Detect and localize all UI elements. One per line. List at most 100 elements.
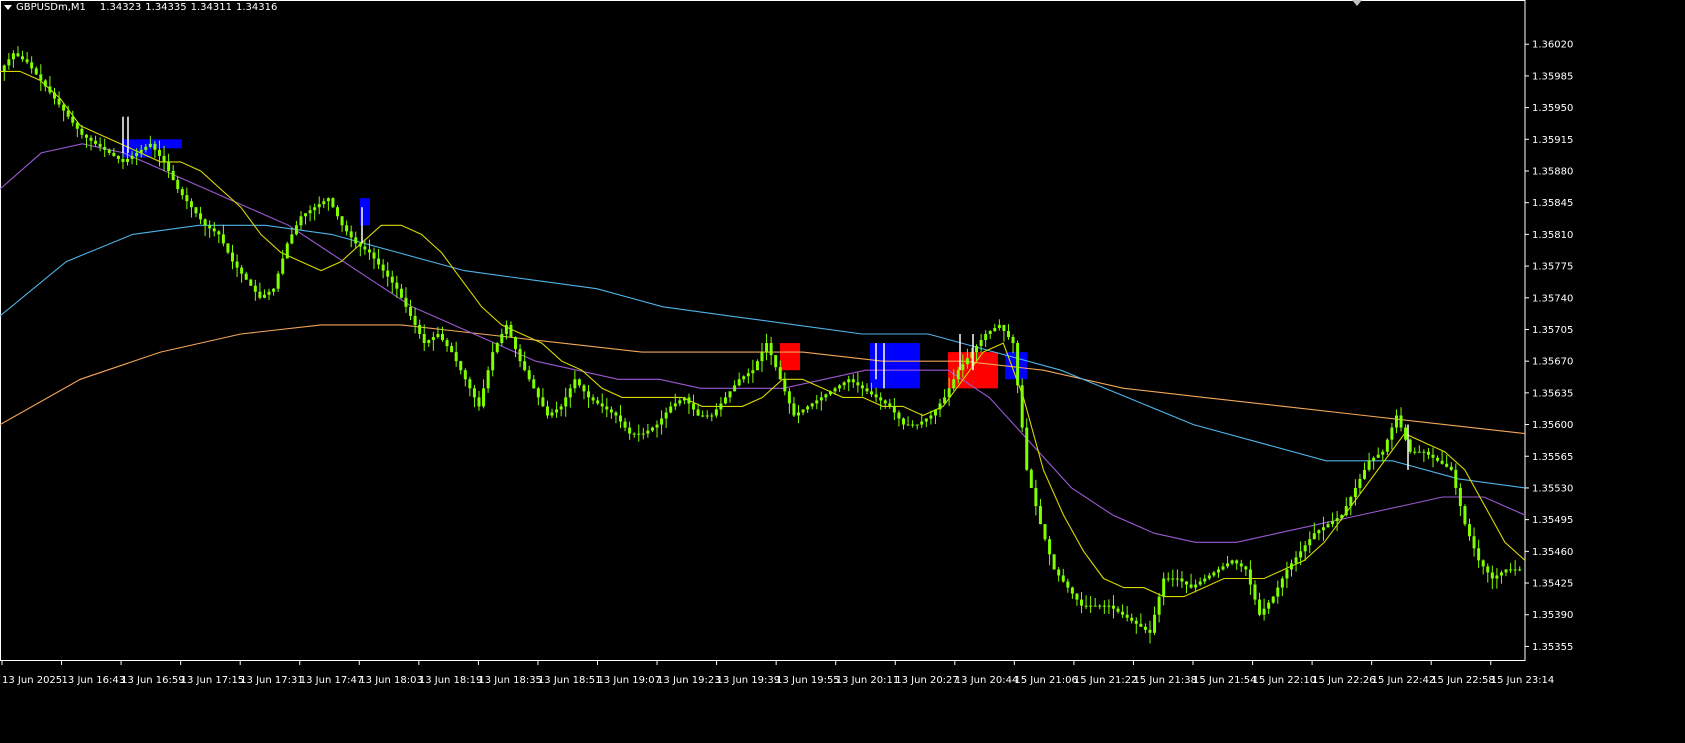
- candle-body: [961, 364, 965, 371]
- y-tick-label: 1.35390: [1532, 610, 1573, 621]
- chart-shift-marker-icon[interactable]: [1352, 0, 1362, 6]
- candle-body: [518, 349, 522, 362]
- candle-body: [486, 370, 490, 389]
- candle-body: [1207, 575, 1211, 579]
- x-tick-label: 13 Jun 17:47: [300, 675, 364, 686]
- candle-body: [860, 385, 864, 389]
- candle-body: [984, 334, 988, 341]
- candle-body: [947, 388, 951, 398]
- candle-body: [555, 409, 559, 413]
- y-tick-label: 1.35740: [1532, 293, 1573, 304]
- candle-body: [956, 370, 960, 380]
- candle-body: [1180, 578, 1184, 582]
- candle-body: [1367, 460, 1371, 470]
- candle-body: [1431, 454, 1435, 458]
- candle-body: [34, 68, 38, 75]
- y-tick-label: 1.35425: [1532, 579, 1573, 590]
- candle-body: [1449, 466, 1453, 470]
- candle-body: [482, 388, 486, 407]
- chart-area[interactable]: 1.36020 1.35985 1.35950 1.35915 1.35880 1.358…: [0, 0, 1685, 743]
- candle-body: [1075, 593, 1079, 600]
- candle-body: [1043, 524, 1047, 540]
- candle-body: [1121, 611, 1125, 615]
- candle-body: [1481, 560, 1485, 567]
- candle-body: [244, 273, 248, 280]
- candle-body: [495, 343, 499, 353]
- candle-body: [778, 367, 782, 380]
- candle-body: [459, 361, 463, 371]
- candle-body: [915, 424, 919, 426]
- candle-body: [623, 421, 627, 428]
- candle-body: [267, 291, 271, 295]
- candle-body: [696, 409, 700, 416]
- candle-body: [600, 403, 604, 407]
- candle-body: [902, 418, 906, 425]
- ohlc-low: 1.34311: [190, 2, 232, 13]
- candle-body: [965, 358, 969, 365]
- candle-body: [463, 370, 467, 380]
- candle-body: [787, 391, 791, 404]
- candle-body: [1194, 584, 1198, 588]
- candle-body: [1490, 572, 1494, 579]
- candle-body: [345, 225, 349, 232]
- candle-body: [450, 346, 454, 353]
- candle-body: [116, 155, 120, 159]
- candle-body: [349, 231, 353, 238]
- y-tick-label: 1.35495: [1532, 515, 1573, 526]
- x-tick-label: 13 Jun 18:03: [359, 675, 423, 686]
- ma-long-orange-line: [0, 324, 1526, 435]
- candle-body: [135, 152, 139, 156]
- y-tick-label: 1.35565: [1532, 452, 1573, 463]
- candle-body: [564, 397, 568, 407]
- candle-body: [1445, 463, 1449, 467]
- candle-body: [879, 397, 883, 401]
- candle-body: [892, 406, 896, 413]
- candle-body: [249, 279, 253, 286]
- x-tick-label: 15 Jun 22:26: [1312, 675, 1376, 686]
- x-tick-label: 15 Jun 22:10: [1253, 675, 1317, 686]
- candle-body: [1157, 596, 1161, 615]
- candle-body: [1303, 545, 1307, 552]
- candle-body: [43, 80, 47, 87]
- candle-body: [253, 285, 257, 292]
- candle-body: [258, 291, 262, 298]
- x-tick-label: 13 Jun 20:44: [955, 675, 1019, 686]
- candle-body: [1276, 587, 1280, 597]
- candle-body: [399, 288, 403, 298]
- candle-body: [774, 355, 778, 368]
- candle-body: [1317, 530, 1321, 534]
- y-tick-label: 1.35985: [1532, 71, 1573, 82]
- y-tick-label: 1.35880: [1532, 167, 1573, 178]
- candle-body: [48, 86, 52, 93]
- candle-body: [226, 243, 230, 253]
- candle-body: [1080, 599, 1084, 606]
- candle-body: [906, 424, 910, 426]
- candle-body: [240, 267, 244, 274]
- candle-body: [491, 352, 495, 371]
- candle-body: [527, 370, 531, 380]
- candle-body: [472, 388, 476, 398]
- candle-body: [605, 406, 609, 410]
- x-tick-label: 15 Jun 21:06: [1014, 675, 1078, 686]
- candle-body: [568, 388, 572, 398]
- x-tick-label: 15 Jun 22:42: [1372, 675, 1436, 686]
- candle-body: [1285, 569, 1289, 579]
- candle-body: [126, 158, 130, 162]
- candle-body: [1340, 515, 1344, 519]
- candle-body: [199, 213, 203, 220]
- candle-body: [559, 406, 563, 410]
- candle-body: [614, 412, 618, 416]
- x-tick-label: 13 Jun 20:27: [895, 675, 959, 686]
- candle-body: [1162, 578, 1166, 597]
- candle-body: [235, 261, 239, 268]
- candle-body: [1518, 569, 1522, 571]
- chevron-down-icon[interactable]: [4, 5, 12, 10]
- candle-body: [719, 403, 723, 410]
- candle-body: [153, 143, 157, 150]
- candle-body: [272, 288, 276, 292]
- price-chart[interactable]: 1.36020 1.35985 1.35950 1.35915 1.35880 1.358…: [0, 0, 1685, 743]
- candle-body: [1016, 343, 1020, 386]
- candle-body: [541, 397, 545, 407]
- candle-body: [194, 207, 198, 214]
- candle-body: [66, 110, 70, 117]
